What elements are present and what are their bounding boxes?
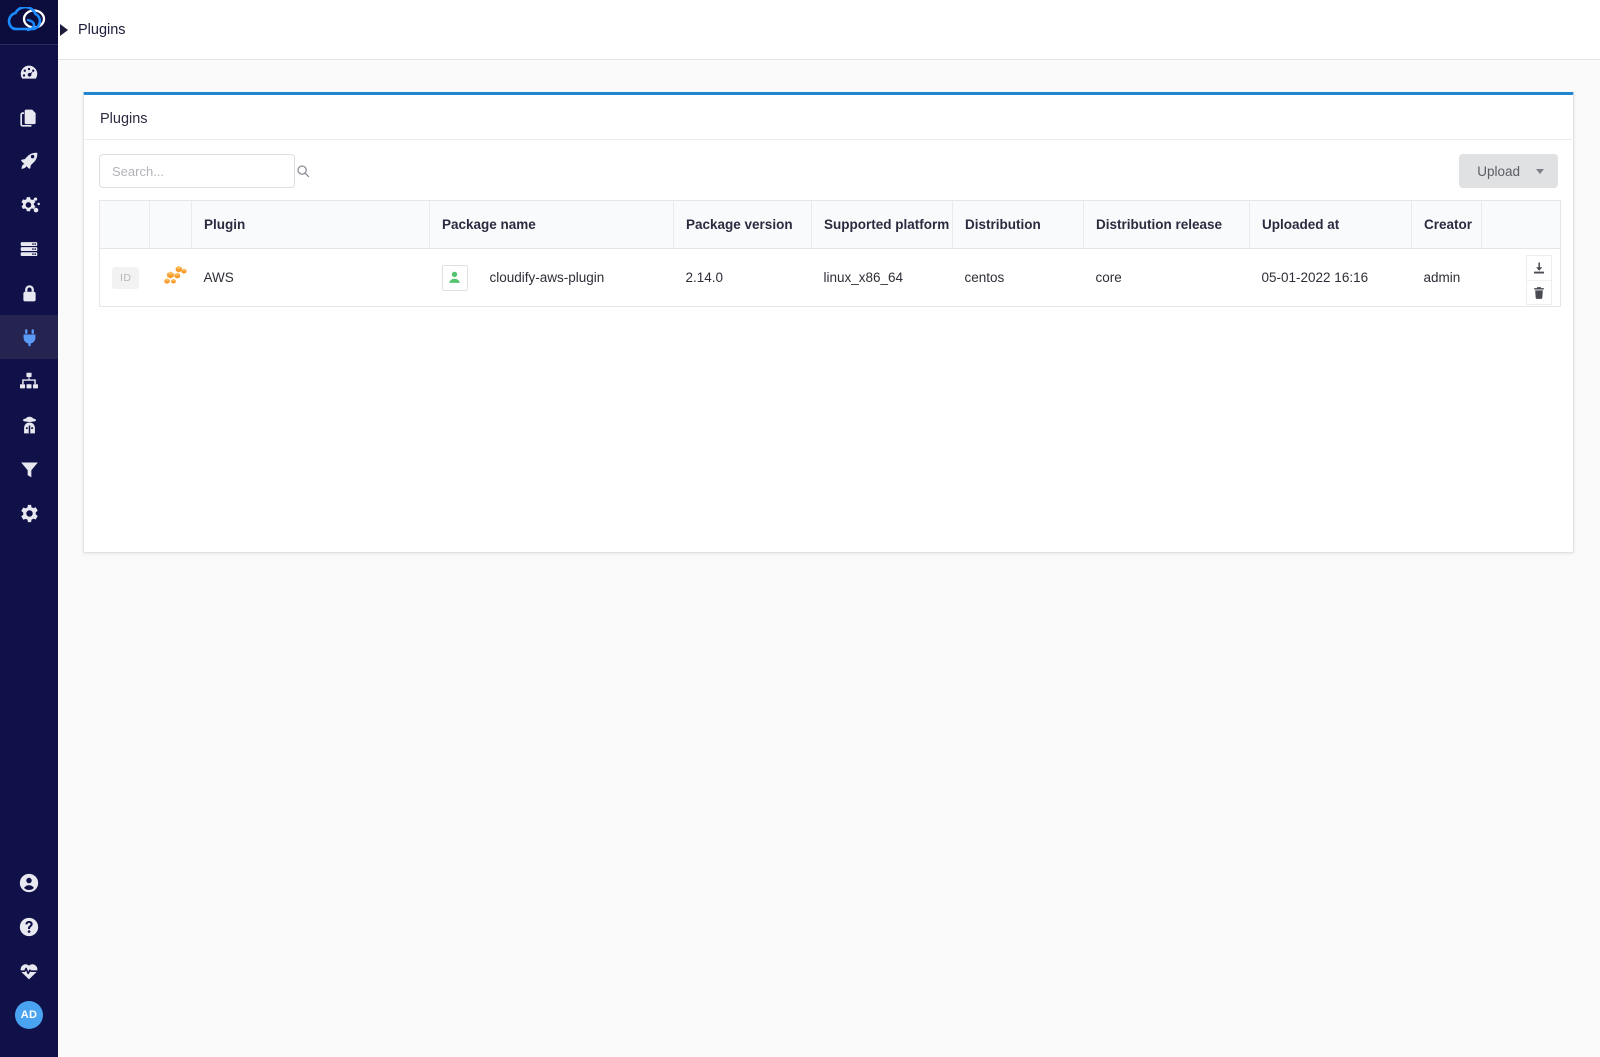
agents-detective-icon [22, 416, 36, 433]
help-question-icon [19, 917, 39, 937]
sidebar-nav-bottom: AD [0, 861, 58, 1057]
column-header-id[interactable] [99, 200, 150, 249]
search-input[interactable] [100, 163, 296, 179]
top-bar: Plugins [58, 0, 1600, 60]
app-logo[interactable] [0, 0, 58, 45]
sidebar-item-user-profile[interactable] [0, 861, 58, 905]
sidebar-item-system-health[interactable] [0, 949, 58, 993]
secrets-lock-icon [22, 284, 36, 301]
sidebar-item-help[interactable] [0, 905, 58, 949]
chevron-down-icon[interactable] [1536, 168, 1544, 174]
cell-creator: admin [1411, 248, 1482, 307]
row-actions [1526, 255, 1552, 305]
search-box[interactable] [99, 154, 310, 188]
column-header-package-version[interactable]: Package version [673, 200, 812, 249]
plugins-table: Plugin Package name Package version Supp… [99, 200, 1561, 307]
cell-uploaded-at: 05-01-2022 16:16 [1249, 248, 1412, 307]
column-header-distribution[interactable]: Distribution [952, 200, 1084, 249]
plugins-plug-icon [23, 328, 35, 346]
aws-cubes-icon [163, 266, 186, 284]
sidebar-item-executions[interactable] [0, 183, 58, 227]
download-icon [1534, 262, 1544, 274]
page-body: Plugins Upload [58, 60, 1600, 1057]
table-header: Plugin Package name Package version Supp… [99, 200, 1561, 249]
card-title: Plugins [85, 95, 1572, 140]
package-name-label: cloudify-aws-plugin [489, 270, 605, 285]
sites-sitemap-icon [20, 372, 38, 389]
sidebar-item-blueprints[interactable] [0, 95, 58, 139]
sidebar-nav-top [0, 51, 58, 535]
upload-button[interactable]: Upload [1459, 154, 1558, 188]
delete-trash-icon [1534, 286, 1544, 299]
delete-button[interactable] [1527, 280, 1551, 304]
cell-package-version: 2.14.0 [673, 248, 812, 307]
cell-distribution: centos [952, 248, 1084, 307]
sidebar-item-plugins[interactable] [0, 315, 58, 359]
cloudify-cloud-logo [7, 7, 46, 32]
settings-gear-icon [20, 504, 38, 522]
column-header-distribution-release[interactable]: Distribution release [1083, 200, 1250, 249]
breadcrumb[interactable]: Plugins [78, 22, 126, 38]
sidebar-item-sites[interactable] [0, 359, 58, 403]
sidebar-item-system-resources[interactable] [0, 227, 58, 271]
column-header-actions [1481, 200, 1561, 249]
user-green-icon [449, 271, 460, 283]
sidebar-item-settings[interactable] [0, 491, 58, 535]
health-heartbeat-icon [19, 964, 39, 980]
deployments-rocket-icon [21, 152, 38, 169]
table-row[interactable]: ID AWS cloudify-aws-plugin 2.14.0 linux_… [99, 248, 1561, 307]
cell-plugin: AWS [191, 248, 430, 307]
sidebar-item-avatar[interactable]: AD [0, 993, 58, 1037]
download-button[interactable] [1527, 256, 1551, 280]
column-header-plugin[interactable]: Plugin [191, 200, 430, 249]
sidebar: AD [0, 0, 58, 1057]
blueprints-pages-icon [19, 109, 36, 127]
cell-actions [1481, 248, 1561, 307]
column-header-supported-platform[interactable]: Supported platform [811, 200, 953, 249]
column-header-creator[interactable]: Creator [1411, 200, 1482, 249]
sidebar-item-deployments[interactable] [0, 139, 58, 183]
column-header-uploaded-at[interactable]: Uploaded at [1249, 200, 1412, 249]
id-chip[interactable]: ID [112, 266, 140, 289]
sidebar-item-dashboard[interactable] [0, 51, 58, 95]
sidebar-item-secrets[interactable] [0, 271, 58, 315]
plugins-card: Plugins Upload [83, 92, 1574, 553]
column-header-plugin-icon[interactable] [149, 200, 192, 249]
filters-funnel-icon [20, 462, 38, 477]
breadcrumb-arrow-icon [60, 23, 68, 36]
sidebar-item-filters[interactable] [0, 447, 58, 491]
cell-plugin-icon [149, 248, 192, 307]
table-body: ID AWS cloudify-aws-plugin 2.14.0 linux_… [99, 248, 1561, 307]
cell-distribution-release: core [1083, 248, 1250, 307]
upload-button-label: Upload [1477, 163, 1520, 179]
cell-package-name: cloudify-aws-plugin [429, 248, 674, 307]
executions-gears-icon [20, 196, 40, 212]
table-toolbar: Upload [84, 140, 1573, 200]
dashboard-gauge-icon [20, 65, 38, 79]
cell-supported-platform: linux_x86_64 [811, 248, 953, 307]
sidebar-item-agents[interactable] [0, 403, 58, 447]
cell-id: ID [99, 248, 150, 307]
package-visibility-icon-box[interactable] [441, 264, 468, 291]
system-resources-server-icon [20, 242, 38, 257]
table-header-row: Plugin Package name Package version Supp… [99, 200, 1561, 249]
column-header-package-name[interactable]: Package name [429, 200, 674, 249]
user-profile-icon [19, 873, 39, 893]
search-icon[interactable] [296, 164, 321, 178]
avatar: AD [15, 1001, 43, 1029]
